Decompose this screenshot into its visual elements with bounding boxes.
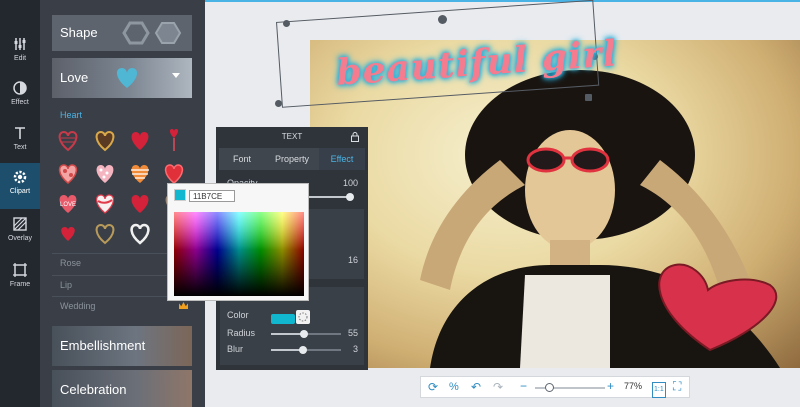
- blur-label: Blur: [227, 344, 244, 354]
- resize-handle[interactable]: [283, 20, 290, 27]
- zoom-in-icon[interactable]: +: [607, 380, 614, 392]
- picker-current-swatch: [174, 189, 186, 201]
- tool-frame[interactable]: Frame: [0, 256, 40, 302]
- svg-text:LOVE: LOVE: [60, 202, 76, 208]
- love-heart-thumbnail: [116, 68, 138, 88]
- shape-thumbnails: [122, 21, 182, 45]
- clipart-heart-item[interactable]: [127, 128, 153, 152]
- eyedropper-icon[interactable]: [296, 310, 310, 324]
- chevron-down-icon[interactable]: [172, 73, 180, 78]
- clipart-heart-item[interactable]: [92, 161, 118, 185]
- sliders-icon: [14, 38, 26, 50]
- gear-icon: [13, 170, 27, 184]
- clipart-heart-item[interactable]: [55, 221, 81, 245]
- clipart-heart-item[interactable]: [161, 161, 187, 185]
- clipart-heart-item[interactable]: [92, 221, 118, 245]
- category-love[interactable]: Love: [52, 58, 192, 98]
- radius-value: 55: [347, 328, 358, 338]
- clipart-heart-item[interactable]: [161, 128, 187, 152]
- category-celebration[interactable]: Celebration: [52, 370, 192, 407]
- fullscreen-icon[interactable]: ⛶: [673, 380, 681, 392]
- text-icon: [15, 127, 25, 139]
- subcategory-lip-label: Lip: [60, 280, 73, 290]
- zoom-out-icon[interactable]: −: [520, 380, 527, 392]
- resize-handle[interactable]: [585, 94, 592, 101]
- text-panel-title: TEXT: [281, 132, 303, 141]
- clipart-heart-item[interactable]: [127, 161, 153, 185]
- color-picker-popup: 11B7CE: [167, 183, 309, 301]
- redo-icon[interactable]: ↷: [493, 381, 503, 393]
- clipart-heart-item[interactable]: [55, 161, 81, 185]
- zoom-percent: 77%: [624, 381, 643, 391]
- tab-font[interactable]: Font: [219, 148, 265, 170]
- radius-label: Radius: [227, 328, 256, 338]
- tool-effect-label: Effect: [11, 99, 29, 106]
- actual-size-button[interactable]: 1:1: [652, 382, 666, 398]
- tool-overlay-label: Overlay: [7, 235, 33, 242]
- subcategory-rose-label: Rose: [60, 258, 82, 268]
- clipart-heart-item[interactable]: [127, 221, 153, 245]
- crop-icon[interactable]: %: [449, 381, 459, 393]
- color-label: Color: [227, 310, 249, 320]
- frame-icon: [13, 263, 27, 277]
- tab-effect[interactable]: Effect: [319, 148, 365, 170]
- overlay-icon: [13, 217, 27, 231]
- text-tabs: Font Property Effect: [219, 148, 365, 170]
- tool-overlay[interactable]: Overlay: [0, 210, 40, 256]
- tool-text[interactable]: Text: [0, 119, 40, 165]
- clipart-heart-item[interactable]: [127, 191, 153, 215]
- lock-icon[interactable]: [351, 132, 359, 142]
- category-embellishment-label: Embellishment: [60, 338, 146, 353]
- tool-text-label: Text: [13, 144, 27, 151]
- resize-handle[interactable]: [275, 100, 282, 107]
- color-spectrum[interactable]: [174, 212, 304, 296]
- tab-property[interactable]: Property: [267, 148, 317, 170]
- tool-frame-label: Frame: [9, 281, 31, 288]
- subcategory-heart[interactable]: Heart: [60, 110, 82, 120]
- tool-edit-label: Edit: [13, 55, 27, 62]
- hex-input[interactable]: 11B7CE: [189, 190, 235, 202]
- tool-effect[interactable]: Effect: [0, 74, 40, 120]
- tool-edit[interactable]: Edit: [0, 30, 40, 76]
- clipart-heart-item[interactable]: [92, 191, 118, 215]
- category-shape-label: Shape: [60, 25, 98, 40]
- zoom-slider-knob[interactable]: [545, 383, 554, 392]
- left-toolbar: Edit Effect Text Clipart Overlay Frame: [0, 0, 40, 407]
- blur-slider[interactable]: [271, 346, 341, 354]
- size-value: 16: [347, 255, 358, 265]
- tool-clipart-label: Clipart: [9, 188, 31, 195]
- category-embellishment[interactable]: Embellishment: [52, 326, 192, 366]
- opacity-value: 100: [342, 178, 358, 188]
- subcategory-wedding-label: Wedding: [60, 301, 96, 311]
- color-swatch-button[interactable]: [271, 314, 295, 324]
- radius-row: Radius 55: [227, 328, 362, 342]
- clipart-heart-item[interactable]: LOVE: [55, 191, 81, 215]
- accent-topline: [205, 0, 800, 2]
- clipart-heart-item[interactable]: [55, 128, 81, 152]
- category-love-label: Love: [60, 70, 89, 85]
- crown-icon: [179, 302, 188, 309]
- rotate-handle[interactable]: [438, 15, 447, 24]
- blur-row: Blur 3: [227, 344, 362, 358]
- contrast-icon: [13, 81, 27, 95]
- category-celebration-label: Celebration: [60, 382, 127, 397]
- clipart-heart-item[interactable]: [92, 128, 118, 152]
- undo-icon[interactable]: ↶: [471, 381, 481, 393]
- tool-clipart[interactable]: Clipart: [0, 163, 40, 209]
- radius-slider[interactable]: [271, 330, 341, 338]
- reset-icon[interactable]: ⟳: [428, 381, 438, 393]
- category-shape[interactable]: Shape: [52, 15, 192, 51]
- blur-value: 3: [352, 344, 358, 354]
